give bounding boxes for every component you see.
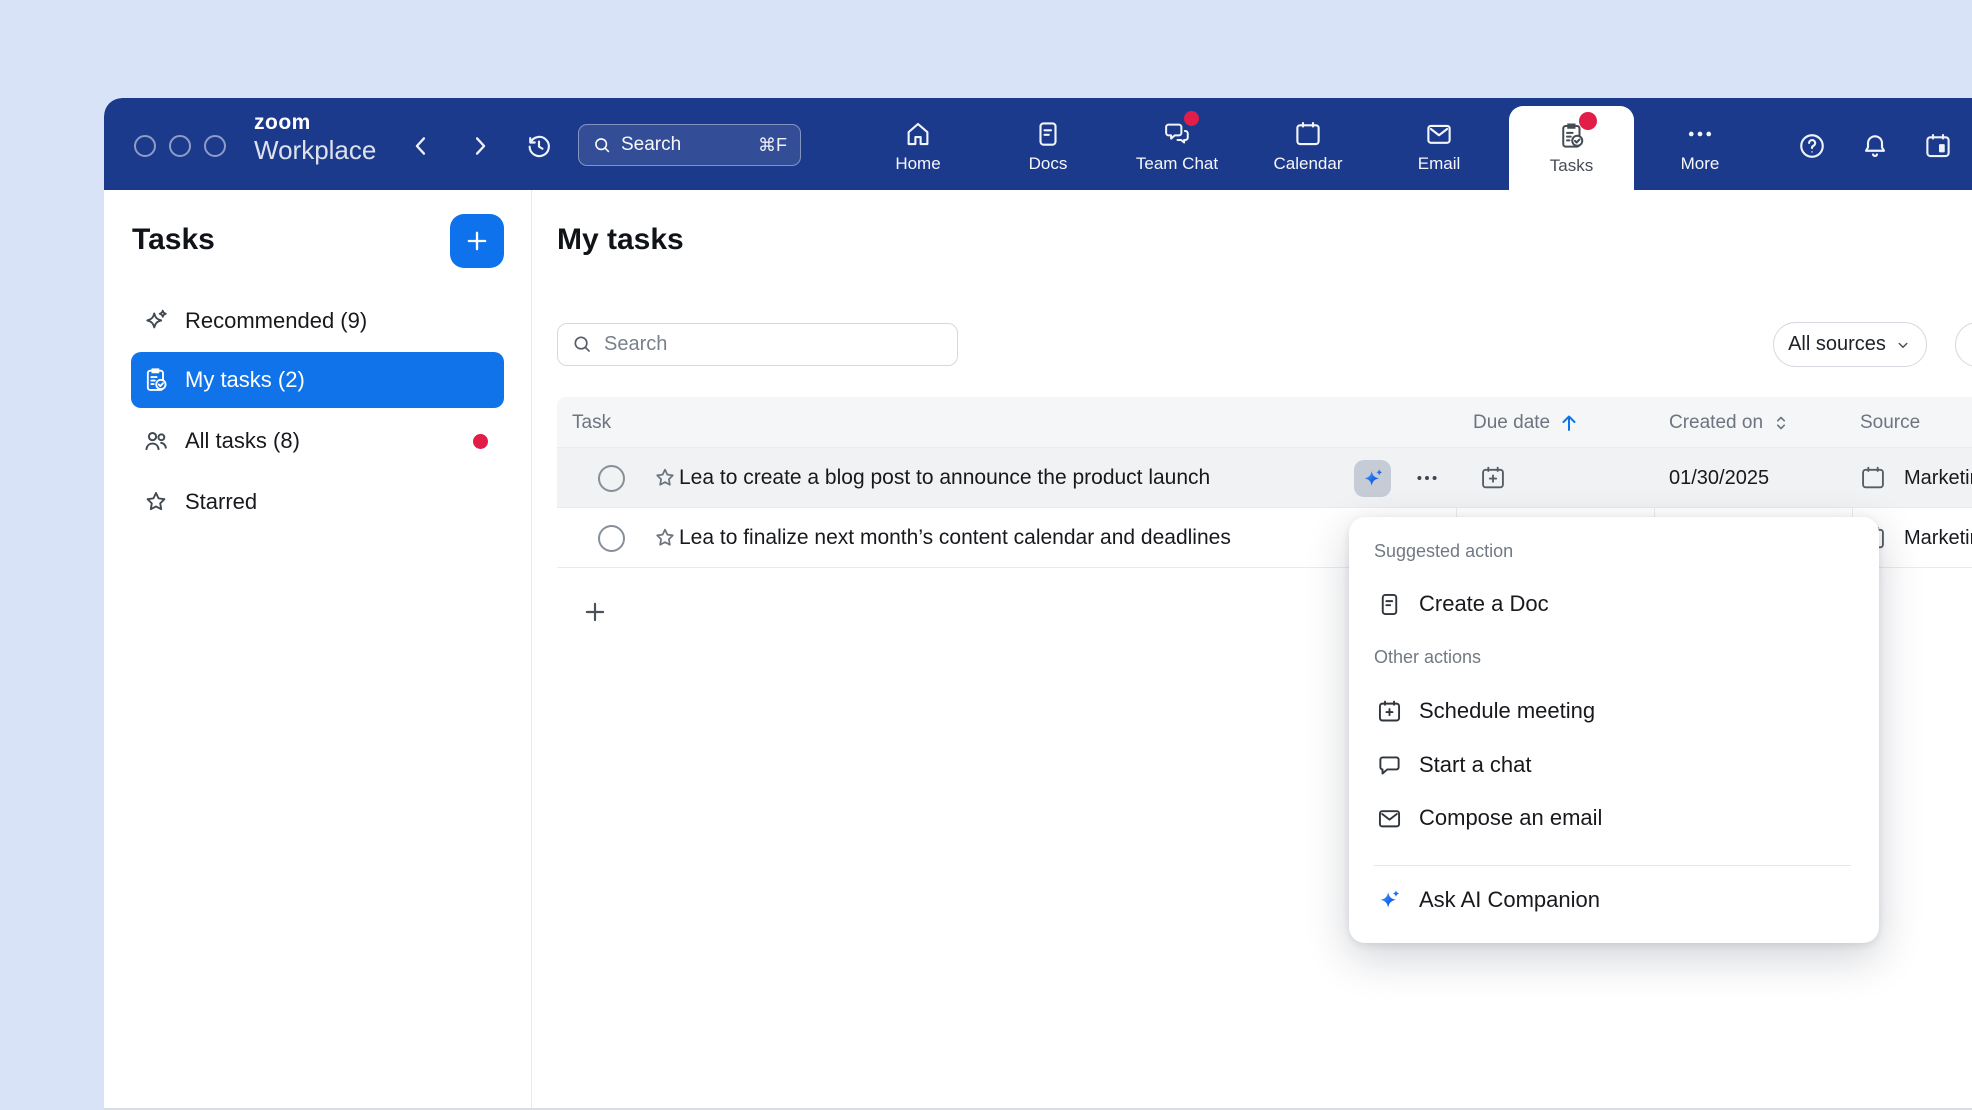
add-task-button[interactable] — [450, 214, 504, 268]
menu-item-ask-ai-companion[interactable]: Ask AI Companion — [1349, 873, 1879, 927]
task-title: Lea to finalize next month’s content cal… — [679, 508, 1231, 568]
column-header-source: Source — [1860, 397, 1920, 448]
menu-item-start-chat[interactable]: Start a chat — [1349, 738, 1879, 792]
column-header-task: Task — [572, 397, 611, 448]
all-tasks-badge — [473, 434, 488, 449]
team-chat-badge — [1184, 111, 1199, 126]
menu-item-schedule-meeting[interactable]: Schedule meeting — [1349, 684, 1879, 738]
clipboard-check-icon — [142, 366, 170, 394]
menu-section-label: Other actions — [1374, 639, 1481, 675]
sidebar-item-starred[interactable]: Starred — [131, 474, 504, 530]
more-actions-icon[interactable] — [1413, 464, 1441, 492]
nav-docs[interactable]: Docs — [988, 106, 1108, 186]
logo-zoom: zoom — [254, 111, 376, 135]
calendar-icon — [1293, 119, 1323, 149]
page-title: My tasks — [557, 223, 684, 257]
nav-tasks-active-tab[interactable]: Tasks — [1509, 106, 1634, 190]
topbar: zoom Workplace Search ⌘F Home — [104, 98, 1972, 190]
column-header-due-date[interactable]: Due date — [1473, 397, 1581, 448]
table-header: Task Due date Created on Source — [557, 397, 1972, 448]
chat-bubble-icon — [1376, 752, 1403, 779]
set-due-date-icon[interactable] — [1479, 464, 1507, 492]
history-icon[interactable] — [524, 131, 554, 161]
more-icon — [1685, 119, 1715, 149]
nav-more[interactable]: More — [1640, 106, 1760, 186]
add-task-inline-button[interactable] — [582, 599, 608, 625]
forward-button[interactable] — [466, 132, 494, 160]
source-value: Marketing — [1904, 448, 1972, 508]
ai-sparkle-icon — [1376, 887, 1403, 914]
docs-icon — [1033, 119, 1063, 149]
sidebar-item-label: All tasks (8) — [185, 428, 300, 454]
task-row[interactable]: Lea to create a blog post to announce th… — [557, 448, 1972, 508]
home-icon — [903, 119, 933, 149]
nav-email[interactable]: Email — [1379, 106, 1499, 186]
sidebar-item-all-tasks[interactable]: All tasks (8) — [131, 413, 504, 469]
star-icon — [142, 488, 170, 516]
tasks-badge — [1579, 112, 1597, 130]
sources-filter-dropdown[interactable]: All sources — [1773, 322, 1927, 367]
calendar-plus-icon — [1376, 698, 1403, 725]
zoom-workplace-window: zoom Workplace Search ⌘F Home — [104, 98, 1972, 1110]
search-icon — [571, 333, 593, 355]
people-icon — [142, 427, 170, 455]
task-complete-checkbox[interactable] — [598, 465, 625, 492]
team-chat-icon — [1162, 119, 1192, 149]
tasks-sidebar: Tasks Recommended (9) My tasks (2) All t… — [104, 190, 532, 1110]
email-icon — [1424, 119, 1454, 149]
menu-item-compose-email[interactable]: Compose an email — [1349, 791, 1879, 845]
search-icon — [592, 135, 612, 155]
doc-icon — [1376, 591, 1403, 618]
back-button[interactable] — [407, 132, 435, 160]
sidebar-title: Tasks — [132, 223, 215, 257]
source-calendar-icon — [1859, 464, 1887, 492]
app-logo: zoom Workplace — [254, 111, 376, 165]
window-control-maximize[interactable] — [204, 135, 226, 157]
global-search[interactable]: Search ⌘F — [578, 124, 801, 166]
task-search — [557, 323, 958, 366]
search-shortcut: ⌘F — [758, 135, 787, 156]
nav-team-chat[interactable]: Team Chat — [1117, 106, 1237, 186]
notifications-bell-icon[interactable] — [1860, 131, 1890, 161]
ai-sparkle-icon — [1360, 466, 1386, 492]
source-value: Marketing — [1904, 508, 1972, 568]
sidebar-item-label: Starred — [185, 489, 257, 515]
ai-companion-button[interactable] — [1354, 460, 1391, 497]
menu-item-create-doc[interactable]: Create a Doc — [1349, 577, 1879, 631]
star-icon[interactable] — [652, 525, 678, 551]
mini-calendar-icon[interactable] — [1923, 131, 1953, 161]
nav-calendar[interactable]: Calendar — [1248, 106, 1368, 186]
global-search-placeholder: Search — [621, 134, 681, 156]
menu-section-label: Suggested action — [1374, 533, 1513, 569]
column-header-created-on[interactable]: Created on — [1669, 397, 1792, 448]
task-actions-context-menu: Suggested action Create a Doc Other acti… — [1349, 517, 1879, 943]
chevron-down-icon — [1894, 336, 1912, 354]
task-title: Lea to create a blog post to announce th… — [679, 448, 1210, 508]
sort-toggle-icon[interactable] — [1770, 412, 1792, 434]
task-search-input[interactable] — [557, 323, 958, 366]
sparkle-icon — [142, 307, 170, 335]
main-content: My tasks All sources Task Due date — [532, 190, 1972, 1110]
task-complete-checkbox[interactable] — [598, 525, 625, 552]
menu-divider — [1374, 865, 1851, 866]
sidebar-item-recommended[interactable]: Recommended (9) — [131, 293, 504, 349]
help-icon[interactable] — [1797, 131, 1827, 161]
sidebar-item-my-tasks[interactable]: My tasks (2) — [131, 352, 504, 408]
sort-ascending-arrow-icon[interactable] — [1557, 411, 1581, 435]
sidebar-item-label: Recommended (9) — [185, 308, 367, 334]
star-icon[interactable] — [652, 465, 678, 491]
window-control-minimize[interactable] — [169, 135, 191, 157]
logo-workplace: Workplace — [254, 135, 376, 165]
email-icon — [1376, 805, 1403, 832]
nav-home[interactable]: Home — [858, 106, 978, 186]
created-on-value: 01/30/2025 — [1669, 448, 1769, 508]
sidebar-item-label: My tasks (2) — [185, 367, 305, 393]
window-control-close[interactable] — [134, 135, 156, 157]
tasks-icon — [1557, 121, 1587, 151]
filter-dropdown-partial[interactable] — [1955, 322, 1972, 367]
